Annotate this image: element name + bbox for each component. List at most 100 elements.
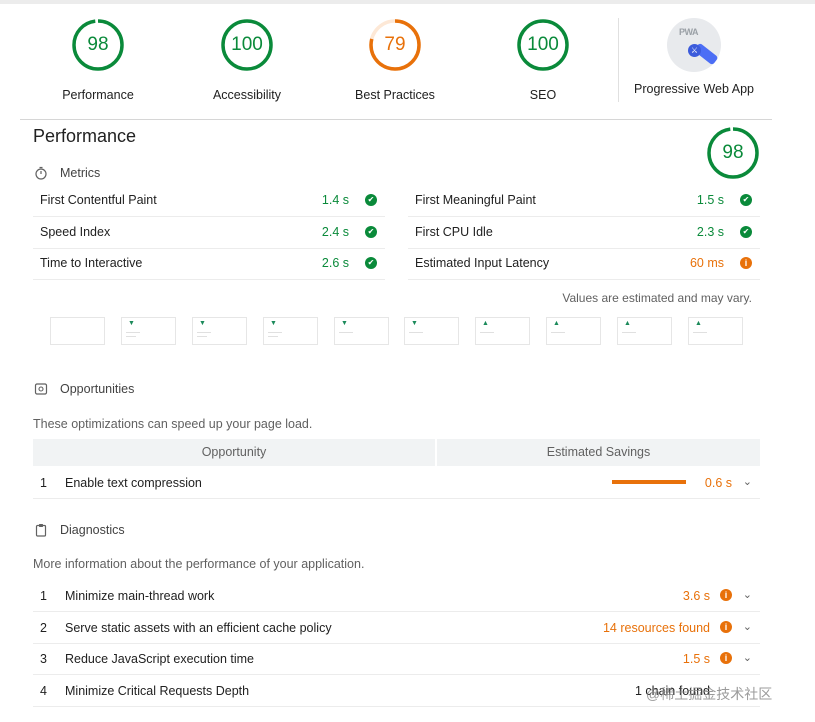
metric-time-to-interactive: Time to Interactive 2.6 s ✔	[33, 248, 385, 280]
column-opportunity: Opportunity	[33, 439, 435, 466]
score-ring: 79	[368, 18, 422, 72]
pwa-badge-text: PWA	[679, 27, 699, 37]
info-circle-icon: i	[740, 257, 752, 269]
logo-mark: ▼	[341, 320, 348, 327]
opportunities-heading-label: Opportunities	[60, 382, 135, 396]
row-savings: 0.6 s	[704, 476, 732, 490]
score-value: 100	[527, 34, 559, 55]
savings-bar	[612, 480, 686, 484]
logo-mark: ▲	[695, 320, 702, 327]
row-value: 3.6 s	[682, 589, 710, 603]
opportunity-row[interactable]: 1 Enable text compression 0.6 s ⌄	[33, 467, 760, 499]
gauge-accessibility[interactable]: 100 Accessibility	[173, 18, 321, 102]
pwa-icon[interactable]: PWA ⚔	[667, 18, 721, 72]
content-line	[693, 332, 707, 333]
row-index: 1	[40, 589, 47, 603]
chevron-down-icon[interactable]: ⌄	[743, 475, 752, 488]
filmstrip-frame: ▼	[404, 317, 459, 345]
logo-mark: ▼	[128, 320, 135, 327]
filmstrip-frame: ▲	[688, 317, 743, 345]
score-value: 100	[231, 34, 263, 55]
logo-mark: ▲	[553, 320, 560, 327]
score-ring: 98	[71, 18, 125, 72]
opportunities-heading: Opportunities	[34, 382, 134, 396]
info-circle-icon: i	[720, 589, 732, 601]
gauge-label: Best Practices	[355, 88, 435, 102]
content-line	[480, 332, 494, 333]
diagnostic-row[interactable]: 3 Reduce JavaScript execution time 1.5 s…	[33, 643, 760, 675]
row-index: 4	[40, 684, 47, 698]
chevron-down-icon[interactable]: ⌄	[743, 651, 752, 664]
score-ring: 100	[220, 18, 274, 72]
filmstrip-frame: ▼	[121, 317, 176, 345]
metric-value: 60 ms	[689, 256, 724, 270]
content-line	[622, 332, 636, 333]
header-divider	[20, 119, 772, 120]
metrics-heading: Metrics	[34, 166, 100, 180]
metric-label: Estimated Input Latency	[415, 256, 550, 270]
check-circle-icon: ✔	[365, 194, 377, 206]
row-index: 2	[40, 621, 47, 635]
metrics-heading-label: Metrics	[60, 166, 101, 180]
row-label: Minimize Critical Requests Depth	[65, 684, 250, 698]
gauge-label-pwa: Progressive Web App	[634, 82, 754, 96]
score-value: 79	[384, 34, 406, 55]
gauge-label: Accessibility	[212, 88, 282, 102]
check-circle-icon: ✔	[365, 226, 377, 238]
shield-icon: ⚔	[688, 44, 701, 57]
gauge-performance[interactable]: 98 Performance	[24, 18, 172, 102]
score-ring: 100	[516, 18, 570, 72]
opportunities-table-header: Opportunity Estimated Savings	[33, 439, 760, 466]
check-circle-icon: ✔	[365, 257, 377, 269]
metric-value: 1.5 s	[696, 193, 724, 207]
filmstrip-frame: ▼	[263, 317, 318, 345]
content-line	[268, 336, 278, 337]
metric-estimated-input-latency: Estimated Input Latency 60 ms i	[408, 248, 760, 280]
row-label: Enable text compression	[65, 476, 202, 490]
row-value: 14 resources found	[602, 621, 710, 635]
filmstrip-frame: ▲	[546, 317, 601, 345]
chevron-down-icon[interactable]: ⌄	[743, 620, 752, 633]
logo-mark: ▼	[199, 320, 206, 327]
metric-value: 2.6 s	[321, 256, 349, 270]
gauge-seo[interactable]: 100 SEO	[469, 18, 617, 102]
diagnostics-description: More information about the performance o…	[33, 557, 365, 571]
row-label: Serve static assets with an efficient ca…	[65, 621, 332, 635]
content-line	[197, 332, 211, 333]
metric-first-contentful-paint: First Contentful Paint 1.4 s ✔	[33, 185, 385, 217]
gauge-label: SEO	[529, 88, 557, 102]
diagnostics-heading-label: Diagnostics	[60, 523, 125, 537]
stopwatch-icon	[35, 166, 47, 180]
metric-first-cpu-idle: First CPU Idle 2.3 s ✔	[408, 217, 760, 249]
metric-label: First Meaningful Paint	[415, 193, 536, 207]
filmstrip-frame: ▼	[192, 317, 247, 345]
opportunity-icon	[34, 383, 48, 395]
performance-score-gauge: 98	[706, 126, 760, 180]
diagnostic-row[interactable]: 1 Minimize main-thread work 3.6 s i ⌄	[33, 580, 760, 612]
top-divider	[0, 0, 815, 4]
metric-speed-index: Speed Index 2.4 s ✔	[33, 217, 385, 249]
gauge-separator	[618, 18, 619, 102]
chevron-down-icon[interactable]: ⌄	[743, 588, 752, 601]
content-line	[126, 336, 136, 337]
row-label: Reduce JavaScript execution time	[65, 652, 254, 666]
metric-value: 1.4 s	[321, 193, 349, 207]
metric-label: First Contentful Paint	[40, 193, 157, 207]
content-line	[126, 332, 140, 333]
section-title: Performance	[33, 126, 137, 146]
clipboard-icon	[35, 524, 47, 537]
diagnostic-row[interactable]: 2 Serve static assets with an efficient …	[33, 612, 760, 644]
category-gauges: 98 Performance 100 Accessibility 79 Best…	[24, 18, 772, 118]
metric-first-meaningful-paint: First Meaningful Paint 1.5 s ✔	[408, 185, 760, 217]
check-circle-icon: ✔	[740, 226, 752, 238]
gauge-best-practices[interactable]: 79 Best Practices	[321, 18, 469, 102]
score-value: 98	[87, 34, 109, 55]
content-line	[551, 332, 565, 333]
metric-value: 2.4 s	[321, 225, 349, 239]
opportunities-description: These optimizations can speed up your pa…	[33, 417, 313, 431]
filmstrip-frame: ▲	[617, 317, 672, 345]
content-line	[339, 332, 353, 333]
info-circle-icon: i	[720, 621, 732, 633]
row-value: 1.5 s	[682, 652, 710, 666]
content-line	[268, 332, 282, 333]
